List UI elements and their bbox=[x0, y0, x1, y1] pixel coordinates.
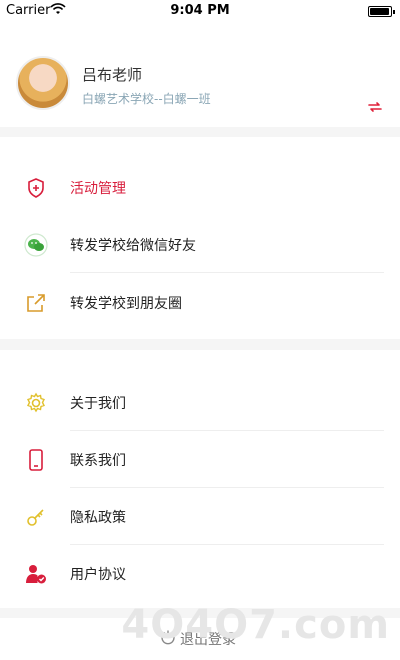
user-check-icon bbox=[24, 562, 48, 586]
divider bbox=[70, 272, 384, 273]
menu-item-privacy[interactable]: 隐私政策 bbox=[0, 489, 400, 545]
wechat-icon bbox=[24, 233, 48, 257]
menu-item-label: 转发学校给微信好友 bbox=[70, 238, 196, 254]
user-name: 吕布老师 bbox=[82, 66, 143, 84]
profile-card[interactable]: 吕布老师 白螺艺术学校--白螺一班 bbox=[0, 22, 400, 127]
phone-icon bbox=[24, 448, 48, 472]
menu-item-label: 转发学校到朋友圈 bbox=[70, 296, 182, 312]
shield-plus-icon bbox=[24, 176, 48, 200]
menu-item-terms[interactable]: 用户协议 bbox=[0, 546, 400, 602]
switch-icon[interactable] bbox=[366, 98, 384, 116]
divider bbox=[70, 487, 384, 488]
menu-item-label: 关于我们 bbox=[70, 396, 126, 412]
menu-item-share-wechat[interactable]: 转发学校给微信好友 bbox=[0, 217, 400, 273]
status-bar: Carrier 9:04 PM bbox=[0, 0, 400, 22]
menu-item-about[interactable]: 关于我们 bbox=[0, 375, 400, 431]
user-school: 白螺艺术学校--白螺一班 bbox=[82, 92, 211, 106]
menu-group-2: 关于我们 联系我们 隐私政策 用户协议 bbox=[0, 350, 400, 608]
menu-item-label: 用户协议 bbox=[70, 567, 126, 583]
avatar[interactable] bbox=[16, 56, 70, 110]
menu-item-activity[interactable]: 活动管理 bbox=[0, 160, 400, 216]
share-icon bbox=[24, 291, 48, 315]
gear-icon bbox=[24, 391, 48, 415]
key-icon bbox=[24, 505, 48, 529]
menu-item-label: 联系我们 bbox=[70, 453, 126, 469]
menu-item-share-moments[interactable]: 转发学校到朋友圈 bbox=[0, 275, 400, 331]
watermark: 4O4O7.com bbox=[121, 602, 390, 648]
battery-icon bbox=[368, 6, 395, 17]
divider bbox=[70, 430, 384, 431]
menu-item-label: 隐私政策 bbox=[70, 510, 126, 526]
menu-item-label: 活动管理 bbox=[70, 181, 126, 197]
menu-item-contact[interactable]: 联系我们 bbox=[0, 432, 400, 488]
divider bbox=[70, 544, 384, 545]
clock: 9:04 PM bbox=[170, 3, 230, 18]
menu-group-1: 活动管理 转发学校给微信好友 转发学校到朋友圈 bbox=[0, 137, 400, 339]
